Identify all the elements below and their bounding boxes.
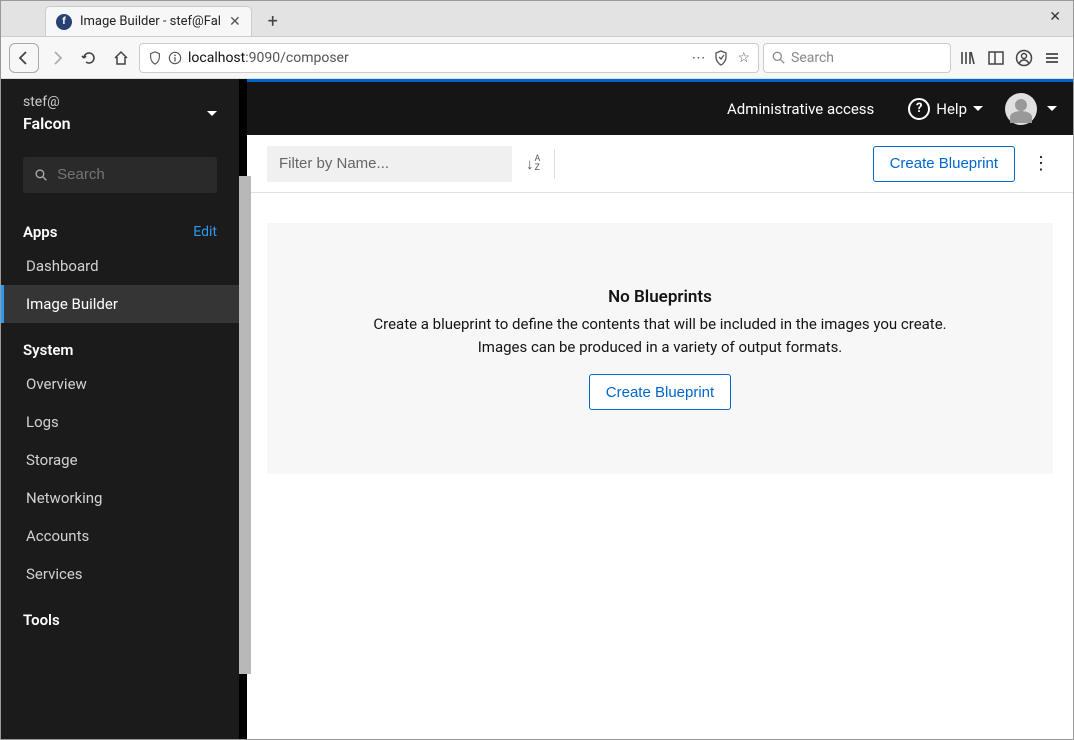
host-switcher[interactable]: stef@ Falcon — [1, 79, 239, 147]
arrow-left-icon — [16, 50, 32, 66]
forward-button[interactable] — [43, 44, 71, 72]
search-icon — [772, 51, 785, 64]
arrow-down-icon: ↓ — [526, 155, 534, 173]
chevron-down-icon — [1047, 106, 1057, 111]
user-menu[interactable] — [1005, 93, 1057, 125]
host-info: stef@ Falcon — [23, 93, 71, 135]
empty-description: Create a blueprint to define the content… — [297, 313, 1023, 358]
sidebar-item-logs[interactable]: Logs — [1, 403, 239, 441]
browser-tab[interactable]: f Image Builder - stef@Fal ✕ — [45, 6, 252, 36]
kebab-menu-button[interactable]: ⋮ — [1029, 146, 1053, 182]
nav-section-apps: Apps Edit — [1, 205, 239, 247]
browser-tab-bar: f Image Builder - stef@Fal ✕ + ✕ — [1, 1, 1073, 37]
sidebar-item-storage[interactable]: Storage — [1, 441, 239, 479]
url-field[interactable]: localhost:9090/composer ⋯ ☆ — [139, 43, 759, 73]
window-close-icon[interactable]: ✕ — [1049, 9, 1061, 25]
sidebar-scrollbar[interactable] — [239, 176, 251, 674]
sidebar-icon[interactable] — [987, 49, 1005, 67]
az-icon: AZ — [535, 155, 541, 171]
menu-icon[interactable] — [1043, 49, 1061, 67]
section-title: System — [23, 341, 73, 359]
chevron-down-icon — [207, 111, 217, 116]
host-name: Falcon — [23, 113, 71, 135]
sidebar-item-accounts[interactable]: Accounts — [1, 517, 239, 555]
search-icon — [35, 168, 47, 182]
sort-button[interactable]: ↓ AZ — [526, 155, 540, 173]
reload-button[interactable] — [75, 44, 103, 72]
empty-state: No Blueprints Create a blueprint to defi… — [267, 223, 1053, 474]
sidebar: stef@ Falcon Apps Edit Dashboard Image B… — [1, 79, 239, 739]
back-button[interactable] — [9, 43, 39, 73]
main-area: Administrative access ? Help ↓ AZ — [239, 79, 1073, 739]
section-title: Apps — [23, 223, 57, 241]
close-tab-icon[interactable]: ✕ — [229, 14, 241, 30]
app-container: stef@ Falcon Apps Edit Dashboard Image B… — [1, 79, 1073, 739]
create-blueprint-button[interactable]: Create Blueprint — [873, 146, 1015, 182]
nav-section-tools: Tools — [1, 593, 239, 635]
edit-apps-link[interactable]: Edit — [193, 224, 217, 240]
host-user: stef@ — [23, 93, 71, 113]
sidebar-item-networking[interactable]: Networking — [1, 479, 239, 517]
admin-access-text: Administrative access — [727, 100, 874, 118]
sidebar-item-dashboard[interactable]: Dashboard — [1, 247, 239, 285]
url-text: localhost:9090/composer — [188, 50, 685, 66]
bookmark-icon[interactable]: ☆ — [737, 50, 750, 66]
sidebar-item-services[interactable]: Services — [1, 555, 239, 593]
home-button[interactable] — [107, 44, 135, 72]
nav-section-system: System — [1, 323, 239, 365]
content-body: No Blueprints Create a blueprint to defi… — [247, 193, 1073, 504]
empty-create-blueprint-button[interactable]: Create Blueprint — [589, 374, 731, 410]
shield-icon — [148, 51, 162, 65]
section-title: Tools — [23, 611, 60, 629]
tab-title: Image Builder - stef@Fal — [80, 14, 221, 29]
ellipsis-icon[interactable]: ⋯ — [691, 50, 705, 66]
browser-window: f Image Builder - stef@Fal ✕ + ✕ localho… — [0, 0, 1074, 740]
chevron-down-icon — [973, 106, 983, 111]
library-icon[interactable] — [959, 49, 977, 67]
content-toolbar: ↓ AZ Create Blueprint ⋮ — [247, 135, 1073, 193]
filter-input[interactable] — [267, 146, 512, 182]
sidebar-item-overview[interactable]: Overview — [1, 365, 239, 403]
sidebar-item-image-builder[interactable]: Image Builder — [1, 285, 239, 323]
sidebar-search[interactable] — [23, 157, 217, 193]
empty-title: No Blueprints — [297, 287, 1023, 307]
fedora-icon: f — [56, 14, 72, 30]
home-icon — [113, 50, 129, 66]
address-bar: localhost:9090/composer ⋯ ☆ Search — [1, 37, 1073, 79]
help-label: Help — [936, 100, 967, 118]
browser-search-field[interactable]: Search — [763, 43, 951, 73]
account-icon[interactable] — [1015, 49, 1033, 67]
reload-icon — [81, 50, 97, 66]
topbar: Administrative access ? Help — [247, 79, 1073, 135]
sidebar-search-input[interactable] — [57, 166, 205, 183]
reader-icon[interactable] — [713, 50, 729, 66]
avatar — [1005, 93, 1037, 125]
info-icon — [168, 51, 182, 65]
new-tab-button[interactable]: + — [258, 6, 288, 36]
divider — [554, 149, 555, 179]
arrow-right-icon — [49, 50, 65, 66]
help-button[interactable]: ? Help — [904, 94, 987, 124]
search-placeholder: Search — [791, 50, 834, 66]
question-icon: ? — [908, 98, 930, 120]
